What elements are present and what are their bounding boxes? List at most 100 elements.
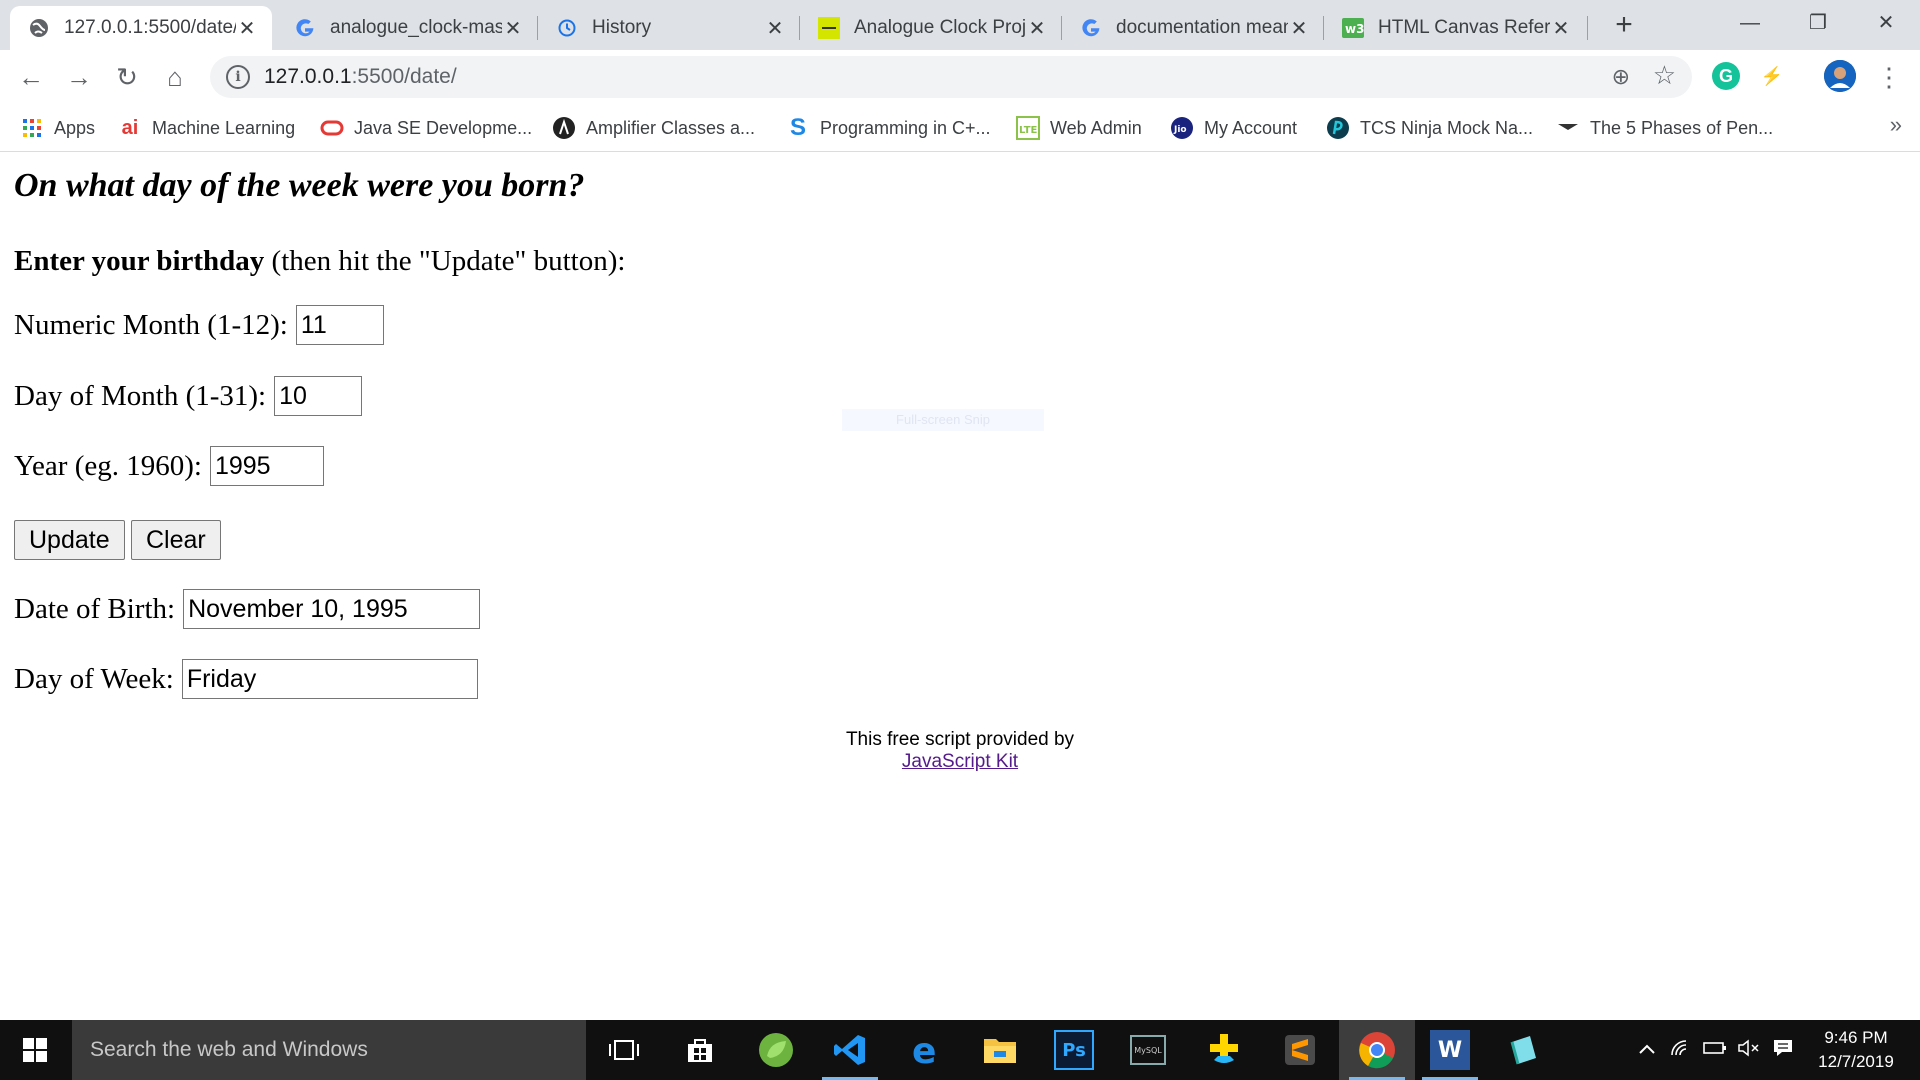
day-label: Day of Month (1-31): [14, 379, 267, 412]
bookmark-star-icon[interactable]: ☆ [1653, 60, 1676, 91]
bookmark-label: My Account [1204, 117, 1298, 138]
game-icon[interactable] [1204, 1030, 1244, 1070]
svg-text:Jio: Jio [1173, 125, 1187, 135]
address-url[interactable]: 127.0.0.1:5500/date/ [264, 65, 457, 89]
close-window-button[interactable]: ✕ [1856, 6, 1916, 40]
snip-overlay-hint: Full-screen Snip [842, 409, 1044, 431]
close-tab-icon[interactable]: ✕ [1026, 16, 1048, 41]
month-input[interactable] [295, 305, 384, 345]
close-tab-icon[interactable]: ✕ [1288, 16, 1310, 41]
chrome-icon[interactable] [1349, 1030, 1405, 1080]
clock-date: 12/7/2019 [1818, 1052, 1894, 1071]
tab-analogue-clock-master[interactable]: analogue_clock-mast ✕ [276, 6, 538, 50]
taskbar-clock[interactable]: 9:46 PM 12/7/2019 [1800, 1026, 1912, 1074]
w3schools-icon: w3 [1342, 17, 1364, 39]
menu-icon[interactable]: ⋮ [1870, 58, 1908, 96]
svg-text:w3: w3 [1345, 22, 1364, 36]
bookmark-label: TCS Ninja Mock Na... [1360, 117, 1534, 138]
year-input[interactable] [209, 446, 324, 486]
day-row: Day of Month (1-31): [14, 376, 363, 416]
volume-muted-icon[interactable] [1732, 1038, 1766, 1062]
back-button[interactable]: ← [12, 58, 50, 96]
bookmark-java-se[interactable]: Java SE Developme... [320, 114, 532, 142]
google-icon [1080, 17, 1102, 39]
windows-taskbar: Search the web and Windows e Ps MySQL W [0, 1020, 1920, 1080]
word-icon[interactable]: W [1422, 1030, 1478, 1080]
address-bar[interactable]: i 127.0.0.1:5500/date/ ⊕ ☆ [210, 56, 1692, 98]
profile-avatar[interactable] [1824, 60, 1856, 92]
dow-output[interactable] [181, 659, 478, 699]
globe-icon [28, 17, 50, 39]
javascript-kit-link[interactable]: JavaScript Kit [902, 751, 1018, 772]
task-view-icon[interactable] [604, 1030, 644, 1070]
close-tab-icon[interactable]: ✕ [236, 16, 258, 41]
amplifier-icon [552, 116, 576, 140]
battery-icon[interactable] [1698, 1040, 1732, 1060]
clear-button[interactable]: Clear [131, 520, 221, 560]
minimize-button[interactable]: — [1720, 6, 1780, 40]
tab-label: Analogue Clock Proje [854, 17, 1026, 38]
chevron-up-icon[interactable] [1630, 1040, 1664, 1060]
apps-grid-icon [20, 116, 44, 140]
taskbar-search-box[interactable]: Search the web and Windows [72, 1020, 586, 1080]
close-tab-icon[interactable]: ✕ [764, 16, 786, 41]
close-tab-icon[interactable]: ✕ [1550, 16, 1572, 41]
close-tab-icon[interactable]: ✕ [502, 16, 524, 41]
action-center-icon[interactable] [1766, 1038, 1800, 1063]
spring-icon[interactable] [756, 1030, 796, 1070]
bookmark-my-account[interactable]: Jio My Account [1170, 114, 1297, 142]
info-icon[interactable]: i [226, 65, 250, 89]
zoom-icon[interactable]: ⊕ [1612, 64, 1630, 90]
bookmark-amplifier-classes[interactable]: Amplifier Classes a... [552, 114, 755, 142]
bookmark-web-admin[interactable]: LTE Web Admin [1016, 114, 1142, 142]
wifi-icon[interactable] [1664, 1039, 1698, 1062]
restore-button[interactable]: ❐ [1788, 6, 1848, 40]
file-explorer-icon[interactable] [980, 1030, 1020, 1070]
year-label: Year (eg. 1960): [14, 449, 202, 482]
tab-html-canvas-reference[interactable]: w3 HTML Canvas Refere ✕ [1324, 6, 1586, 50]
phases-icon [1556, 116, 1580, 140]
mysql-icon[interactable]: MySQL [1130, 1035, 1166, 1065]
tab-date[interactable]: 127.0.0.1:5500/date/ ✕ [10, 6, 272, 50]
tab-label: 127.0.0.1:5500/date/ [64, 17, 236, 38]
bookmark-label: Programming in C+... [820, 117, 991, 138]
year-row: Year (eg. 1960): [14, 446, 324, 486]
start-button[interactable] [0, 1020, 70, 1080]
dow-label: Day of Week: [14, 662, 174, 695]
reload-button[interactable]: ↻ [108, 58, 146, 96]
credit-text: This free script provided by [845, 729, 1075, 750]
bookmark-five-phases[interactable]: The 5 Phases of Pen... [1556, 114, 1773, 142]
oracle-icon [320, 116, 344, 140]
grammarly-extension-icon[interactable]: G [1712, 62, 1740, 90]
bookmarks-bar: Apps ai Machine Learning Java SE Develop… [0, 104, 1920, 152]
url-host: 127.0.0.1 [264, 65, 352, 88]
day-input[interactable] [274, 376, 363, 416]
vscode-icon[interactable] [822, 1030, 878, 1080]
tab-separator [1587, 16, 1588, 40]
notepad-icon[interactable] [1504, 1030, 1544, 1070]
dob-output[interactable] [183, 589, 481, 629]
bookmark-apps[interactable]: Apps [20, 114, 95, 142]
tab-history[interactable]: History ✕ [538, 6, 800, 50]
page-title: On what day of the week were you born? [14, 167, 585, 204]
bookmark-tcs-ninja[interactable]: TCS Ninja Mock Na... [1326, 114, 1533, 142]
tab-documentation[interactable]: documentation mean ✕ [1062, 6, 1324, 50]
edge-icon[interactable]: e [906, 1030, 946, 1070]
bookmark-machine-learning[interactable]: ai Machine Learning [118, 114, 295, 142]
store-icon[interactable] [680, 1030, 720, 1070]
bookmark-label: The 5 Phases of Pen... [1590, 117, 1774, 138]
forward-button[interactable]: → [60, 58, 98, 96]
url-path: :5500/date/ [351, 65, 457, 88]
extension-icon[interactable]: ⚡ [1758, 62, 1786, 90]
tab-analogue-clock-project[interactable]: Analogue Clock Proje ✕ [800, 6, 1062, 50]
browser-toolbar: ← → ↻ ⌂ i 127.0.0.1:5500/date/ ⊕ ☆ G ⚡ ⋮ [0, 50, 1920, 104]
tab-label: documentation mean [1116, 17, 1288, 38]
bookmark-programming-cpp[interactable]: S Programming in C+... [786, 114, 991, 142]
bookmarks-overflow-icon[interactable]: » [1890, 112, 1902, 138]
update-button[interactable]: Update [14, 520, 125, 560]
bookmark-label: Apps [54, 117, 96, 138]
new-tab-button[interactable]: + [1607, 8, 1641, 42]
sublime-icon[interactable] [1280, 1030, 1320, 1070]
home-button[interactable]: ⌂ [156, 58, 194, 96]
photoshop-icon[interactable]: Ps [1054, 1030, 1094, 1070]
